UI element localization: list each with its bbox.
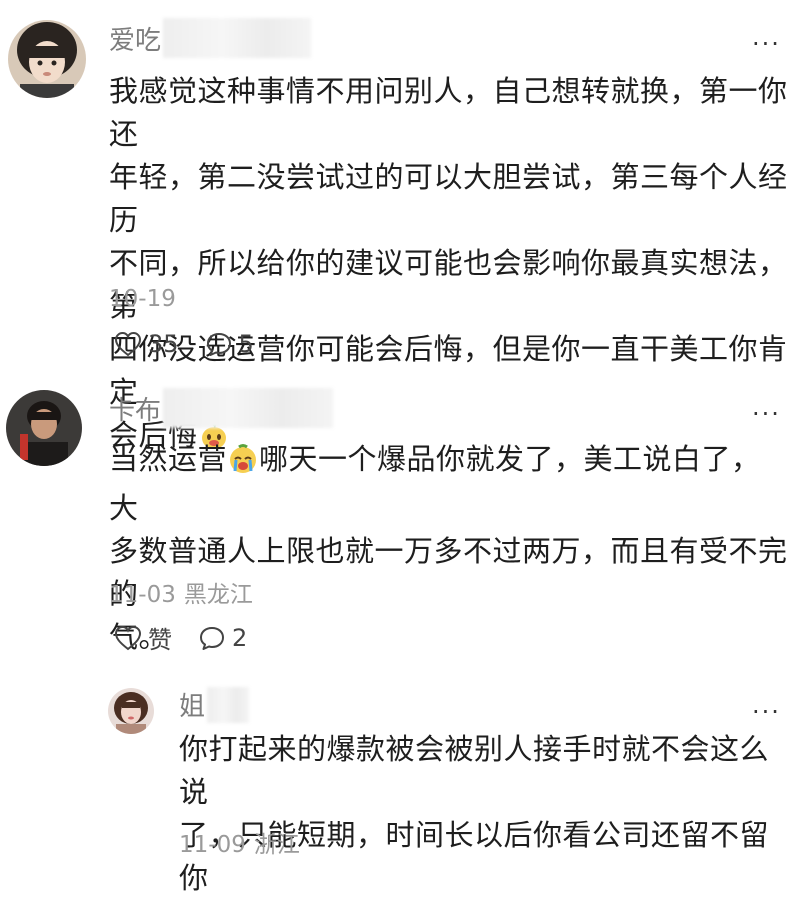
comment-item: 爱吃 ··· 我感觉这种事情不用问别人，自己想转就换，第一你还 年轻，第二没尝试… bbox=[0, 0, 807, 452]
like-count: 35 bbox=[148, 330, 179, 358]
avatar[interactable] bbox=[6, 390, 82, 466]
username-blur bbox=[163, 18, 312, 58]
comment-location: 浙江 bbox=[253, 832, 300, 858]
like-button[interactable]: 35 bbox=[114, 330, 179, 358]
comment-bubble-icon bbox=[206, 333, 231, 356]
heart-icon bbox=[114, 331, 142, 357]
username-blur bbox=[207, 686, 250, 723]
like-label: 赞 bbox=[148, 626, 172, 654]
avatar-image bbox=[108, 688, 154, 734]
avatar-image bbox=[6, 390, 82, 466]
reply-button[interactable]: 2 bbox=[198, 624, 247, 652]
comment-date: 10-19 bbox=[109, 286, 176, 312]
comment-actions: 35 5 bbox=[114, 330, 280, 358]
username-row: 姐 bbox=[179, 686, 250, 723]
reply-count: 5 bbox=[238, 330, 254, 358]
comment-line: 年轻，第二没尝试过的可以大胆尝试，第三每个人经历 bbox=[109, 160, 788, 237]
username[interactable]: 姐 bbox=[179, 686, 205, 723]
avatar[interactable] bbox=[8, 20, 86, 98]
username-row: 爱吃 bbox=[109, 18, 312, 58]
username-blur bbox=[163, 388, 334, 428]
more-button[interactable]: ··· bbox=[752, 402, 781, 426]
comment-meta: 10-19 bbox=[109, 286, 176, 312]
reply-button[interactable]: 5 bbox=[205, 330, 254, 358]
comment-date: 11-09 bbox=[179, 832, 246, 858]
comment-bubble-icon bbox=[200, 626, 224, 650]
comment-actions: 赞 2 bbox=[114, 620, 273, 655]
comment-date: 11-03 bbox=[109, 582, 176, 608]
comment-line: 不同，所以给你的建议可能也会影响你最真实想法，第 bbox=[109, 246, 788, 323]
more-button[interactable]: ··· bbox=[752, 700, 781, 724]
comment-line: 我感觉这种事情不用问别人，自己想转就换，第一你还 bbox=[109, 74, 788, 151]
comment-line: 你打起来的爆款被会被别人接手时就不会这么说 bbox=[179, 732, 770, 809]
comment-location: 黑龙江 bbox=[183, 582, 253, 608]
username-row: 卡布 bbox=[109, 388, 334, 428]
comment-text: 你打起来的爆款被会被别人接手时就不会这么说 了，只能短期，时间长以后你看公司还留… bbox=[179, 728, 789, 900]
more-button[interactable]: ··· bbox=[752, 32, 781, 56]
username[interactable]: 卡布 bbox=[109, 390, 161, 427]
comment-line-text: 当然运营 bbox=[109, 442, 228, 476]
heart-icon bbox=[114, 625, 142, 650]
avatar-image bbox=[8, 20, 86, 98]
comment-item: 卡布 ··· 当然运营 哪天一个爆品你就发了，美工说白了，大 多数普通人上限也就一… bbox=[0, 380, 807, 670]
comment-meta: 11-09 浙江 bbox=[179, 825, 300, 859]
avatar[interactable] bbox=[108, 688, 154, 734]
reply-item: 姐 ··· 你打起来的爆款被会被别人接手时就不会这么说 了，只能短期，时间长以后… bbox=[0, 670, 807, 895]
reply-count: 2 bbox=[232, 623, 248, 652]
crying-emoji-icon bbox=[227, 443, 259, 487]
username[interactable]: 爱吃 bbox=[109, 20, 161, 57]
comment-line: 当然运营 哪天一个爆品你就发了，美工说白了，大 bbox=[109, 438, 789, 530]
like-button[interactable]: 赞 bbox=[114, 620, 172, 655]
comment-meta: 11-03 黑龙江 bbox=[109, 575, 253, 609]
